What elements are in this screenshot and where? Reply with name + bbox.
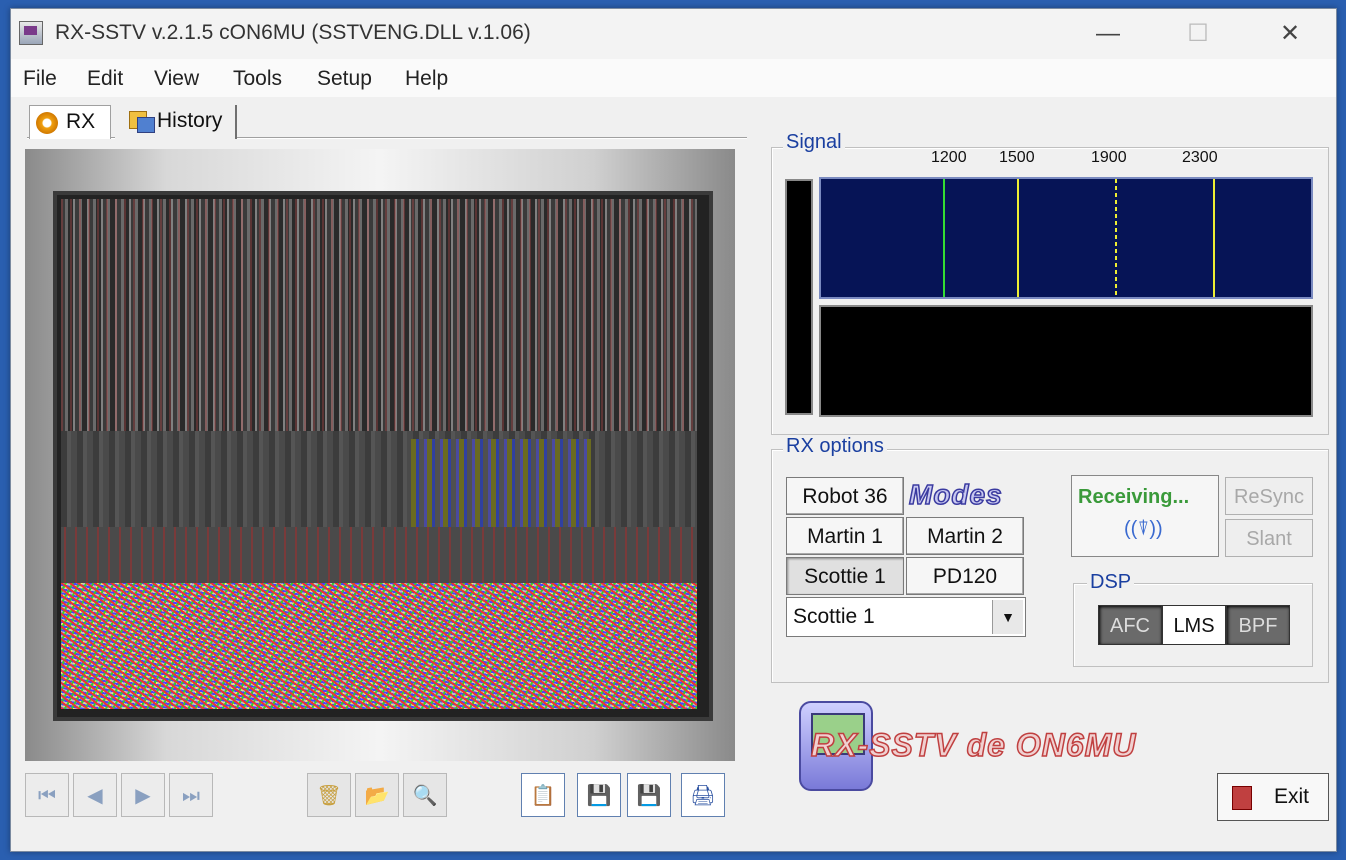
menu-setup[interactable]: Setup [317,67,372,91]
save-image-button[interactable]: 💾 [577,773,621,817]
mode-select-value: Scottie 1 [793,605,875,628]
next-image-button[interactable]: ▶ [121,773,165,817]
mode-martin2-button[interactable]: Martin 2 [906,517,1024,555]
signal-label: Signal [783,131,845,154]
exit-button[interactable]: Exit [1217,773,1329,821]
first-image-button[interactable]: ⏮ [25,773,69,817]
spectrum-display [819,177,1313,299]
mode-pd120-button[interactable]: PD120 [906,557,1024,595]
menu-file[interactable]: File [23,67,57,91]
prev-image-button[interactable]: ◀ [73,773,117,817]
signal-level-meter [785,179,813,415]
lms-toggle[interactable]: LMS [1162,605,1226,645]
freq-2300: 2300 [1182,149,1218,166]
title-bar: RX-SSTV v.2.1.5 cON6MU (SSTVENG.DLL v.1.… [11,9,1336,59]
delete-image-button[interactable]: 🗑 [307,773,351,817]
menu-bar: File Edit View Tools Setup Help [11,59,1336,97]
main-window: RX-SSTV v.2.1.5 cON6MU (SSTVENG.DLL v.1.… [10,8,1337,852]
resync-button[interactable]: ReSync [1225,477,1313,515]
exit-label: Exit [1274,785,1310,808]
history-folder-icon [129,111,155,133]
marker-1900 [1115,179,1117,297]
waterfall-display [819,305,1313,417]
zoom-button[interactable]: 🔍 [403,773,447,817]
freq-1200: 1200 [931,149,967,166]
received-image-area [53,191,713,721]
gear-icon [36,112,58,134]
mode-select[interactable]: Scottie 1 ▼ [786,597,1026,637]
modes-logo: Modes [908,478,1003,511]
tab-history-label: History [157,109,223,132]
tab-rx-label: RX [66,110,96,133]
mode-robot36-button[interactable]: Robot 36 [786,477,904,515]
sstv-image [61,199,697,709]
app-icon [19,21,43,45]
mode-scottie1-button[interactable]: Scottie 1 [786,557,904,595]
freq-1500: 1500 [999,149,1035,166]
receiving-status: Receiving... [1078,486,1190,508]
save-all-button[interactable]: 💾 [627,773,671,817]
receiving-status-panel: Receiving... ((⍒)) [1071,475,1219,557]
bpf-toggle[interactable]: BPF [1226,605,1290,645]
afc-toggle[interactable]: AFC [1098,605,1162,645]
tab-rx[interactable]: RX [29,105,111,139]
last-image-button[interactable]: ⏭ [169,773,213,817]
open-folder-button[interactable]: 📂 [355,773,399,817]
noise-region [61,583,697,709]
image-monitor-frame [25,149,735,761]
menu-tools[interactable]: Tools [233,67,282,91]
menu-help[interactable]: Help [405,67,448,91]
menu-view[interactable]: View [154,67,199,91]
marker-1500 [1017,179,1019,297]
close-button[interactable]: ✕ [1268,19,1312,49]
dsp-label: DSP [1087,571,1135,594]
exit-door-icon [1232,786,1252,810]
chevron-down-icon[interactable]: ▼ [992,600,1023,634]
mode-martin1-button[interactable]: Martin 1 [786,517,904,555]
brand-text: RX-SSTV de ON6MU [810,726,1137,764]
minimize-button[interactable]: — [1086,19,1130,49]
print-button[interactable]: 🖨 [681,773,725,817]
marker-2300 [1213,179,1215,297]
antenna-icon: ((⍒)) [1124,518,1163,540]
window-title: RX-SSTV v.2.1.5 cON6MU (SSTVENG.DLL v.1.… [55,21,531,44]
rx-options-label: RX options [783,435,887,458]
freq-1900: 1900 [1091,149,1127,166]
slant-button[interactable]: Slant [1225,519,1313,557]
maximize-button[interactable]: ☐ [1176,19,1220,49]
copy-image-button[interactable]: 📋 [521,773,565,817]
tab-history[interactable]: History [115,105,237,139]
marker-1200 [943,179,945,297]
menu-edit[interactable]: Edit [87,67,123,91]
